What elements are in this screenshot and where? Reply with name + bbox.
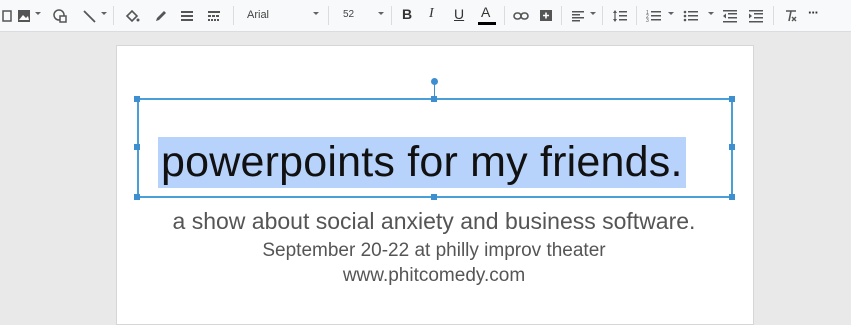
line-icon[interactable] xyxy=(79,3,99,28)
more-icon[interactable]: ··· xyxy=(808,5,819,20)
title-selection-highlight: powerpoints for my friends. xyxy=(158,137,686,188)
clear-formatting-icon[interactable] xyxy=(781,3,801,28)
link-icon[interactable] xyxy=(511,3,531,28)
increase-indent-icon[interactable] xyxy=(746,3,766,28)
font-size-dropdown-icon[interactable] xyxy=(378,12,384,15)
resize-handle-top-left[interactable] xyxy=(134,96,140,102)
slide-title[interactable]: powerpoints for my friends. xyxy=(161,138,683,186)
image-icon[interactable] xyxy=(15,3,33,28)
bold-icon[interactable]: B xyxy=(402,6,412,22)
svg-text:3: 3 xyxy=(646,18,649,23)
toolbar-divider xyxy=(602,6,603,25)
slide-dates[interactable]: September 20-22 at philly improv theater xyxy=(0,240,851,262)
toolbar-divider xyxy=(636,6,637,25)
add-comment-icon[interactable] xyxy=(536,3,556,28)
resize-handle-left[interactable] xyxy=(134,144,140,150)
decrease-indent-icon[interactable] xyxy=(720,3,740,28)
line-dropdown-icon[interactable] xyxy=(101,12,107,15)
bulleted-list-icon[interactable] xyxy=(681,3,701,28)
select-icon[interactable] xyxy=(0,3,14,28)
font-name-select[interactable]: Arial xyxy=(247,9,269,21)
resize-handle-bottom-right[interactable] xyxy=(729,194,735,200)
align-icon[interactable] xyxy=(568,3,588,28)
resize-handle-top-right[interactable] xyxy=(729,96,735,102)
text-color-icon[interactable]: A xyxy=(481,4,490,20)
resize-handle-bottom-left[interactable] xyxy=(134,194,140,200)
border-dash-icon[interactable] xyxy=(204,3,224,28)
border-weight-icon[interactable] xyxy=(177,3,197,28)
rotation-handle[interactable] xyxy=(431,78,438,85)
align-dropdown-icon[interactable] xyxy=(590,12,596,15)
font-name-dropdown-icon[interactable] xyxy=(313,12,319,15)
resize-handle-top[interactable] xyxy=(431,96,437,102)
line-spacing-icon[interactable] xyxy=(609,3,631,28)
toolbar-divider xyxy=(504,6,505,25)
toolbar-divider xyxy=(233,6,234,25)
numbered-list-icon[interactable]: 123 xyxy=(644,3,664,28)
formatting-toolbar: Arial 52 B I U A 123 ··· xyxy=(0,0,851,32)
toolbar-divider xyxy=(773,6,774,25)
image-dropdown-icon[interactable] xyxy=(35,12,41,15)
slide-website[interactable]: www.phitcomedy.com xyxy=(0,265,851,287)
numbered-list-dropdown-icon[interactable] xyxy=(668,12,674,15)
text-color-swatch xyxy=(478,22,496,25)
toolbar-divider xyxy=(328,6,329,25)
toolbar-divider xyxy=(113,6,114,25)
shape-icon[interactable] xyxy=(50,3,70,28)
resize-handle-bottom[interactable] xyxy=(431,194,437,200)
slide-subtitle[interactable]: a show about social anxiety and business… xyxy=(0,208,851,235)
font-size-select[interactable]: 52 xyxy=(343,9,354,20)
fill-color-icon[interactable] xyxy=(122,3,142,28)
resize-handle-right[interactable] xyxy=(729,144,735,150)
border-color-icon[interactable] xyxy=(151,3,171,28)
toolbar-divider xyxy=(561,6,562,25)
underline-icon[interactable]: U xyxy=(454,6,464,22)
italic-icon[interactable]: I xyxy=(429,6,434,22)
toolbar-divider xyxy=(391,6,392,25)
bulleted-list-dropdown-icon[interactable] xyxy=(708,12,714,15)
